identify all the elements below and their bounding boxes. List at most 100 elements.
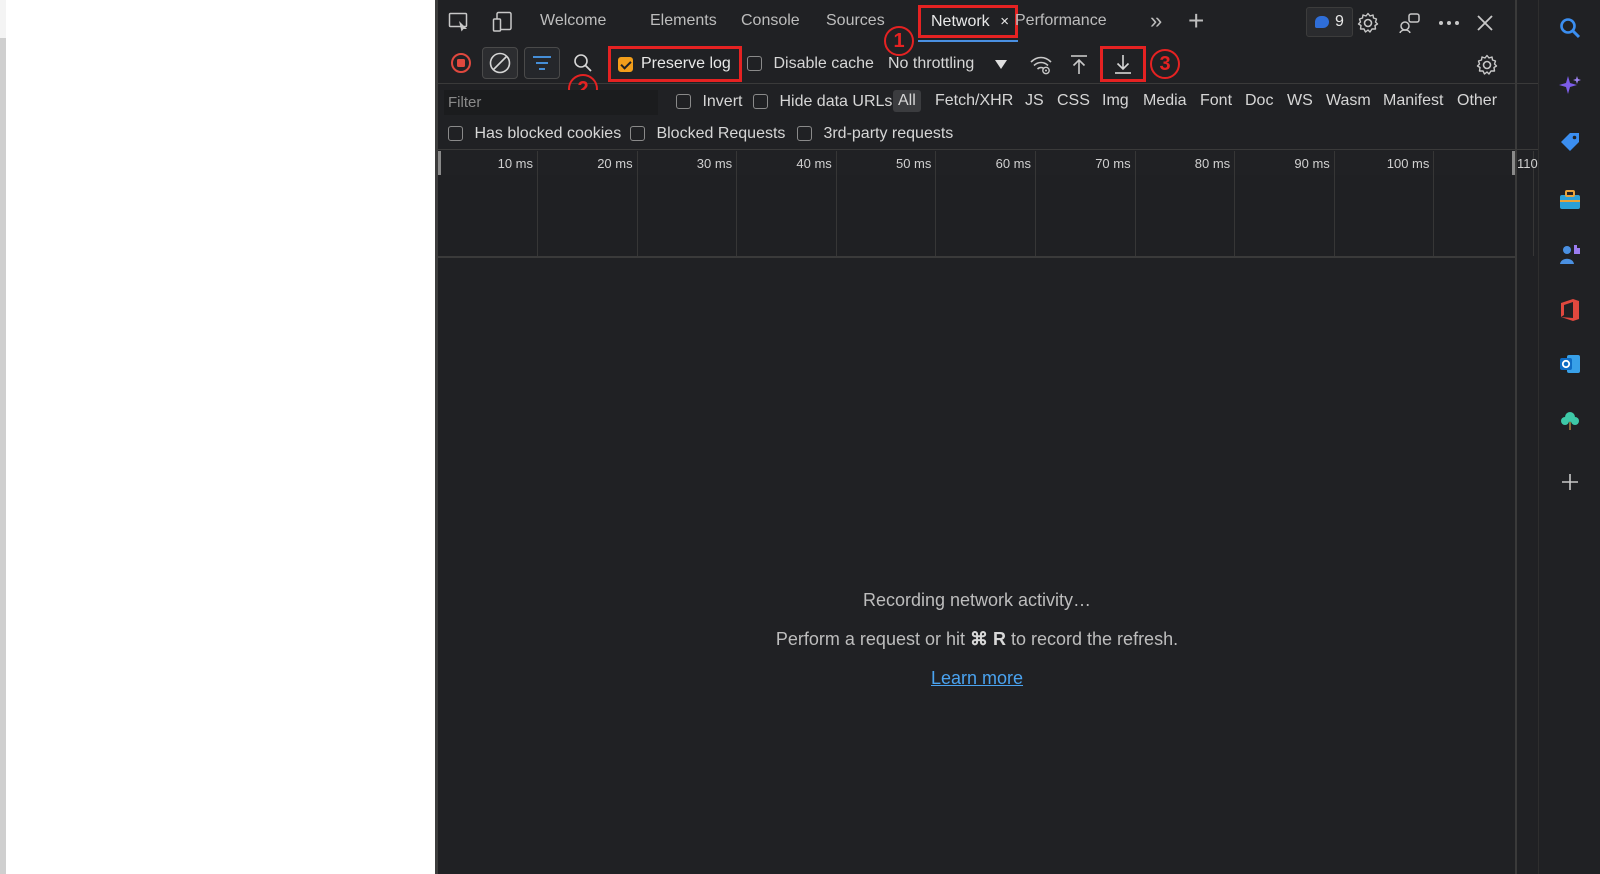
disable-cache-checkbox[interactable]: Disable cache bbox=[747, 55, 874, 73]
stop-recording-button[interactable] bbox=[444, 48, 478, 78]
timeline-gridline bbox=[935, 151, 937, 256]
hide-data-urls-checkbox[interactable]: Hide data URLs bbox=[753, 93, 892, 111]
preserve-log-label: Preserve log bbox=[641, 55, 731, 72]
type-filter-doc[interactable]: Doc bbox=[1245, 92, 1273, 110]
third-party-requests-label: 3rd-party requests bbox=[823, 125, 954, 142]
type-filter-other[interactable]: Other bbox=[1457, 92, 1497, 110]
timeline-tick-label: 100 ms bbox=[1386, 156, 1430, 171]
has-blocked-cookies-check[interactable] bbox=[448, 126, 463, 142]
record-hint-shortcut: ⌘ R bbox=[970, 629, 1006, 649]
timeline-area bbox=[438, 175, 1516, 256]
blocked-requests-checkbox[interactable]: Blocked Requests bbox=[630, 125, 785, 143]
filter-toggle-button[interactable] bbox=[524, 47, 560, 79]
invert-check[interactable] bbox=[676, 94, 691, 110]
games-icon[interactable] bbox=[1556, 240, 1584, 268]
timeline-gridline bbox=[1134, 151, 1136, 256]
network-toolbar: Preserve log 2 Disable cache No throttli… bbox=[438, 44, 1538, 104]
timeline-tick-label: 70 ms bbox=[1095, 156, 1131, 171]
settings-gear-icon[interactable] bbox=[1355, 10, 1381, 36]
disable-cache-check[interactable] bbox=[747, 56, 762, 72]
more-tabs-icon[interactable]: » bbox=[1150, 8, 1162, 34]
import-har-icon[interactable] bbox=[1066, 53, 1092, 77]
tab-performance[interactable]: Performance bbox=[1015, 12, 1107, 30]
download-icon bbox=[1115, 55, 1131, 74]
close-tab-icon[interactable]: × bbox=[1000, 13, 1009, 30]
customize-devtools-icon[interactable] bbox=[1396, 10, 1422, 36]
hide-data-urls-check[interactable] bbox=[753, 94, 768, 110]
third-party-requests-check[interactable] bbox=[797, 126, 812, 142]
timeline-tick-label: 20 ms bbox=[597, 156, 633, 171]
clear-log-button[interactable] bbox=[482, 47, 518, 79]
outlook-icon[interactable] bbox=[1556, 350, 1584, 378]
add-icon[interactable] bbox=[1556, 468, 1584, 496]
type-filter-fetch-xhr[interactable]: Fetch/XHR bbox=[935, 92, 1013, 110]
tab-sources[interactable]: Sources bbox=[826, 12, 885, 30]
type-filter-all[interactable]: All bbox=[893, 90, 921, 112]
inspect-element-icon[interactable] bbox=[446, 10, 472, 34]
third-party-requests-checkbox[interactable]: 3rd-party requests bbox=[797, 125, 953, 143]
tab-network[interactable]: Network × bbox=[918, 5, 1018, 38]
timeline-tick-label: 90 ms bbox=[1294, 156, 1330, 171]
tab-elements[interactable]: Elements bbox=[650, 12, 717, 30]
close-devtools-icon[interactable] bbox=[1472, 10, 1498, 36]
issues-badge[interactable]: 9 bbox=[1306, 7, 1353, 37]
filter-input[interactable] bbox=[444, 90, 658, 115]
devtools-tab-bar: Welcome Elements Console Sources Network… bbox=[438, 0, 1538, 56]
network-settings-gear-icon[interactable] bbox=[1474, 52, 1500, 78]
recording-message: Recording network activity… bbox=[862, 590, 1092, 610]
disable-cache-label: Disable cache bbox=[773, 55, 874, 72]
invert-checkbox[interactable]: Invert bbox=[676, 93, 742, 111]
record-hint-post: to record the refresh. bbox=[1006, 629, 1179, 649]
device-emulation-icon[interactable] bbox=[490, 10, 516, 34]
tab-console[interactable]: Console bbox=[741, 12, 800, 30]
throttling-select[interactable]: No throttling bbox=[888, 55, 974, 73]
timeline-gridline bbox=[537, 151, 538, 256]
issues-icon bbox=[1315, 16, 1330, 28]
preserve-log-checkbox[interactable]: Preserve log bbox=[608, 46, 742, 82]
export-har-button[interactable] bbox=[1100, 46, 1146, 82]
timeline-gridline bbox=[1035, 151, 1036, 256]
timeline-gridline bbox=[1234, 151, 1236, 256]
preserve-log-check[interactable] bbox=[618, 56, 633, 72]
timeline-gridline bbox=[1433, 151, 1435, 256]
office-icon[interactable] bbox=[1556, 296, 1584, 324]
record-hint: Perform a request or hit ⌘ R to record t… bbox=[438, 629, 1516, 650]
tab-welcome[interactable]: Welcome bbox=[540, 12, 606, 30]
timeline-handle-left[interactable] bbox=[438, 151, 441, 175]
timeline-tick-label: 50 ms bbox=[895, 156, 932, 171]
timeline-overview[interactable]: 10 ms 20 ms 30 ms 40 ms 50 ms 60 ms 70 ms 80 ms… bbox=[438, 151, 1538, 258]
more-options-icon[interactable] bbox=[1436, 10, 1462, 36]
tag-icon[interactable] bbox=[1556, 128, 1584, 156]
timeline-gridline bbox=[835, 151, 837, 256]
throttling-value: No throttling bbox=[888, 55, 975, 72]
tree-icon[interactable] bbox=[1556, 406, 1584, 434]
web-page-area[interactable] bbox=[0, 0, 435, 874]
type-filter-media[interactable]: Media bbox=[1143, 92, 1187, 110]
type-filter-img[interactable]: Img bbox=[1102, 92, 1129, 110]
blocked-requests-label: Blocked Requests bbox=[656, 125, 786, 142]
network-conditions-icon[interactable] bbox=[1028, 53, 1054, 77]
add-tab-icon[interactable]: + bbox=[1188, 5, 1204, 37]
search-icon[interactable] bbox=[1556, 14, 1584, 42]
dropdown-caret-icon[interactable] bbox=[994, 58, 1008, 70]
filter-bar: Invert Hide data URLs All Fetch/XHR JS C… bbox=[438, 88, 1538, 118]
active-tab-indicator bbox=[918, 40, 1018, 42]
type-filter-js[interactable]: JS bbox=[1025, 92, 1044, 110]
toolbox-icon[interactable] bbox=[1556, 186, 1584, 214]
type-filter-css[interactable]: CSS bbox=[1057, 92, 1090, 110]
type-filter-manifest[interactable]: Manifest bbox=[1383, 92, 1443, 110]
blocked-requests-check[interactable] bbox=[630, 126, 645, 142]
learn-more-link[interactable]: Learn more bbox=[931, 668, 1023, 689]
timeline-tick-label: 30 ms bbox=[696, 156, 733, 171]
issues-count: 9 bbox=[1335, 13, 1344, 30]
timeline-tick-label: 60 ms bbox=[995, 156, 1031, 171]
copilot-sparkle-icon[interactable] bbox=[1556, 72, 1584, 100]
has-blocked-cookies-checkbox[interactable]: Has blocked cookies bbox=[448, 125, 621, 143]
has-blocked-cookies-label: Has blocked cookies bbox=[474, 125, 622, 142]
tab-network-label: Network bbox=[931, 12, 990, 30]
type-filter-wasm[interactable]: Wasm bbox=[1326, 92, 1371, 110]
type-filter-ws[interactable]: WS bbox=[1287, 92, 1313, 110]
annotation-marker-3: 3 bbox=[1150, 49, 1180, 79]
type-filter-font[interactable]: Font bbox=[1200, 92, 1232, 110]
filter-bar-secondary: Has blocked cookies Blocked Requests 3rd… bbox=[438, 120, 1538, 150]
